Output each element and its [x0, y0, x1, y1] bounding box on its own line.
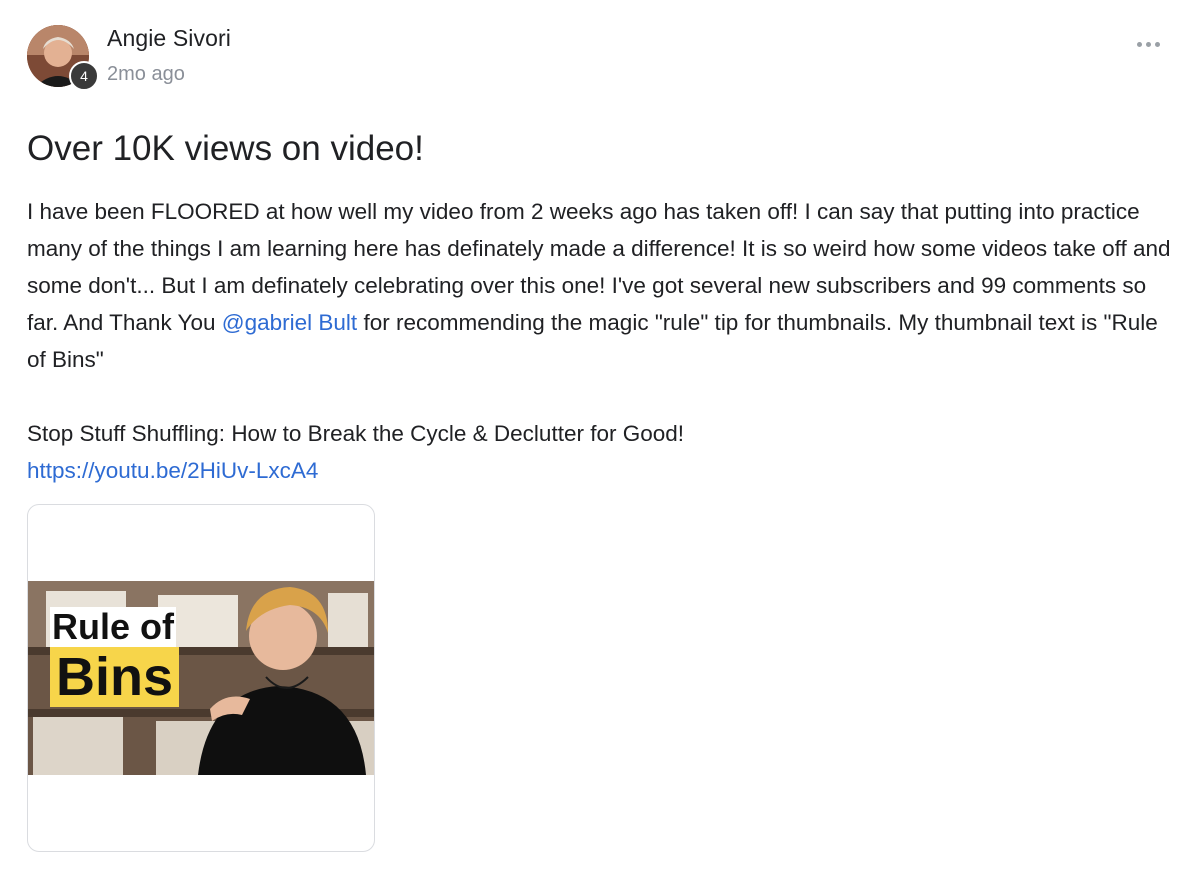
- thumbnail-text-line1: Rule of: [50, 606, 176, 647]
- post-timestamp: 2mo ago: [107, 63, 185, 85]
- more-options-button[interactable]: [1126, 30, 1170, 58]
- author-name[interactable]: Angie Sivori: [107, 25, 231, 52]
- author-avatar[interactable]: 4: [27, 25, 99, 91]
- post-paragraph: I have been FLOORED at how well my video…: [27, 193, 1177, 378]
- post-title: Over 10K views on video!: [27, 129, 424, 168]
- post-body: I have been FLOORED at how well my video…: [27, 193, 1177, 489]
- level-badge: 4: [69, 61, 99, 91]
- thumbnail-text-line2: Bins: [50, 647, 180, 707]
- user-mention-link[interactable]: @gabriel Bult: [222, 310, 357, 335]
- more-dot: [1145, 41, 1151, 47]
- post-card: 4 Angie Sivori 2mo ago Over 10K views on…: [0, 0, 1200, 869]
- more-horizontal-icon: [1136, 41, 1142, 47]
- video-title-text: Stop Stuff Shuffling: How to Break the C…: [27, 421, 685, 446]
- more-dot: [1154, 41, 1160, 47]
- video-link[interactable]: https://youtu.be/2HiUv-LxcA4: [27, 458, 318, 483]
- video-preview-card[interactable]: Rule of Bins: [27, 504, 375, 852]
